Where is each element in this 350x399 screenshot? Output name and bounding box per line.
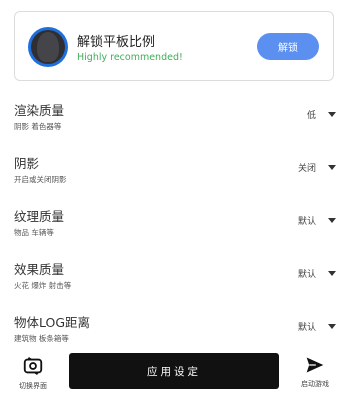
apply-settings-button[interactable]: 应用设定 bbox=[69, 353, 279, 389]
launch-game-label: 启动游戏 bbox=[301, 380, 329, 388]
setting-effect-quality: 效果质量 火花 爆炸 射击等 默认 bbox=[0, 249, 350, 302]
bottom-bar: 切换界面 应用设定 启动游戏 bbox=[0, 345, 350, 399]
caret-down-icon bbox=[328, 111, 336, 117]
unlock-card: 解锁平板比例 Highly recommended! 解锁 bbox=[14, 11, 334, 81]
setting-value: 默认 bbox=[297, 269, 316, 280]
setting-desc: 建筑物 板条箱等 bbox=[14, 334, 69, 343]
caret-down-icon bbox=[328, 164, 336, 170]
render-quality-select[interactable]: 低 bbox=[276, 106, 336, 122]
unlock-button[interactable]: 解锁 bbox=[257, 33, 319, 60]
setting-shadow: 阴影 开启或关闭阴影 关闭 bbox=[0, 143, 350, 196]
setting-desc: 火花 爆炸 射击等 bbox=[14, 281, 72, 290]
caret-down-icon bbox=[328, 217, 336, 223]
setting-desc: 开启或关闭阴影 bbox=[14, 175, 67, 184]
setting-desc: 物品 车辆等 bbox=[14, 228, 54, 237]
setting-title: 纹理质量 bbox=[14, 209, 65, 224]
setting-texture-quality: 纹理质量 物品 车辆等 默认 bbox=[0, 196, 350, 249]
caret-down-icon bbox=[328, 323, 336, 329]
launch-game-button[interactable]: 启动游戏 bbox=[292, 355, 338, 395]
unlock-title: 解锁平板比例 bbox=[77, 35, 156, 50]
settings-list: 渲染质量 阴影 着色器等 低 阴影 开启或关闭阴影 关闭 纹理质量 物品 车辆等… bbox=[0, 90, 350, 355]
texture-quality-select[interactable]: 默认 bbox=[276, 212, 336, 228]
setting-title: 效果质量 bbox=[14, 262, 65, 277]
tablet-avatar-icon bbox=[28, 27, 68, 67]
setting-value: 关闭 bbox=[297, 163, 316, 174]
setting-desc: 阴影 着色器等 bbox=[14, 122, 62, 131]
switch-ui-label: 切换界面 bbox=[19, 382, 47, 390]
shadow-select[interactable]: 关闭 bbox=[276, 159, 336, 175]
effect-quality-select[interactable]: 默认 bbox=[276, 265, 336, 281]
camera-rotate-icon bbox=[23, 356, 43, 376]
setting-title: 物体LOG距离 bbox=[14, 315, 91, 330]
switch-ui-button[interactable]: 切换界面 bbox=[10, 355, 56, 395]
caret-down-icon bbox=[328, 270, 336, 276]
setting-title: 阴影 bbox=[14, 156, 40, 171]
setting-value: 低 bbox=[306, 110, 316, 121]
object-lod-select[interactable]: 默认 bbox=[276, 318, 336, 334]
setting-value: 默认 bbox=[297, 322, 316, 333]
setting-value: 默认 bbox=[297, 216, 316, 227]
setting-render-quality: 渲染质量 阴影 着色器等 低 bbox=[0, 90, 350, 143]
unlock-subtitle: Highly recommended! bbox=[77, 52, 183, 63]
setting-title: 渲染质量 bbox=[14, 103, 65, 118]
send-icon bbox=[306, 357, 324, 373]
